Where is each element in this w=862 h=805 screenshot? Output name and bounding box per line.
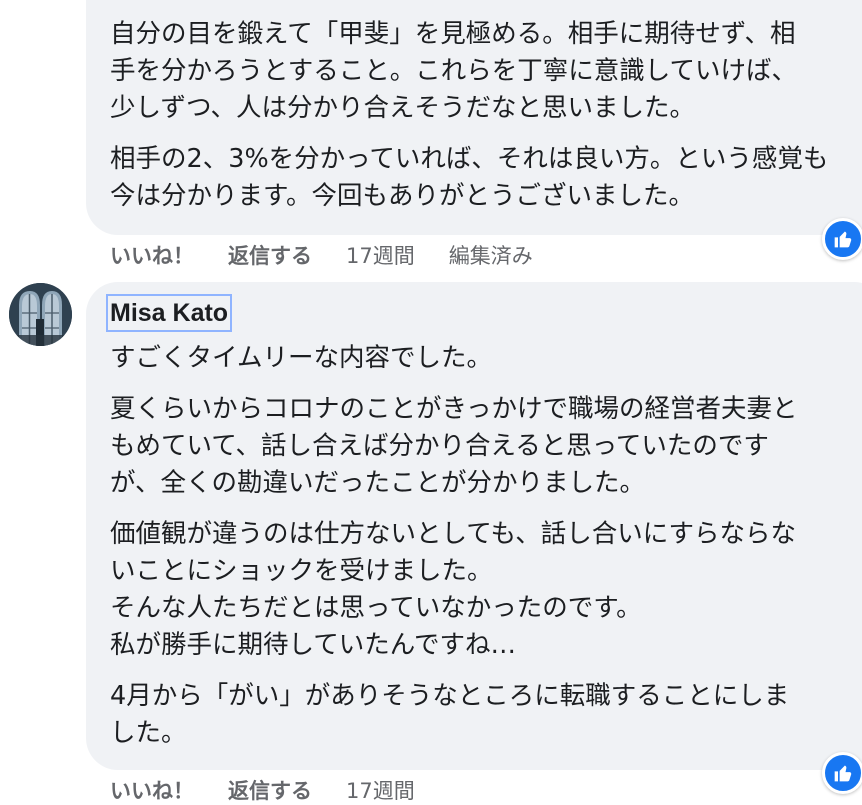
like-reaction-icon[interactable] — [822, 218, 862, 260]
comment-text-line: もめていて、話し合えば分かり合えると思っていたのです — [110, 431, 769, 461]
comment-text-line: すごくタイムリーな内容でした。 — [110, 343, 492, 373]
like-link[interactable]: いいね！ — [110, 775, 194, 805]
comment-paragraph: 自分の目を鍛えて「甲斐」を見極める。相手に期待せず、相 手を分かろうとすること。… — [110, 16, 862, 127]
comment-text-line: 今は分かります。今回もありがとうございました。 — [110, 181, 694, 211]
comment-bubble: Misa Kato すごくタイムリーな内容でした。 夏くらいからコロナのことがき… — [86, 282, 862, 770]
comment-text-line: 手を分かろうとすること。これらを丁寧に意識していけば、 — [110, 56, 797, 86]
thumbs-up-icon — [834, 231, 852, 248]
comment-text-line: 4月から「がい」がありそうなところに転職することにしま — [110, 681, 790, 711]
comment-actions: いいね！ 返信する 17週間 編集済み — [110, 240, 567, 270]
comment-text-line: いことにショックを受けました。 — [110, 556, 493, 586]
comment-text-line: した。 — [110, 718, 187, 748]
comment-text-line: 夏くらいからコロナのことがきっかけで職場の経営者夫妻と — [110, 394, 798, 424]
comment-paragraph: 価値観が違うのは仕方ないとしても、話し合いにすらならな いことにショックを受けま… — [110, 516, 862, 664]
comment-text-line: 少しずつ、人は分かり合えそうだなと思いました。 — [110, 93, 695, 123]
comment-paragraph: 4月から「がい」がありそうなところに転職することにしま した。 — [110, 678, 862, 752]
comment-paragraph: 夏くらいからコロナのことがきっかけで職場の経営者夫妻と もめていて、話し合えば分… — [110, 391, 862, 502]
comment-bubble: 自分の目を鍛えて「甲斐」を見極める。相手に期待せず、相 手を分かろうとすること。… — [86, 0, 862, 235]
thumbs-up-icon — [834, 765, 852, 782]
comment-actions: いいね！ 返信する 17週間 — [110, 775, 449, 805]
edited-label: 編集済み — [448, 244, 533, 268]
timestamp-link[interactable]: 17週間 — [346, 240, 415, 270]
reply-link[interactable]: 返信する — [228, 775, 312, 805]
comment-text-line: 相手の2、3%を分かっていれば、それは良い方。という感覚も — [110, 144, 829, 174]
timestamp-link[interactable]: 17週間 — [346, 775, 415, 805]
comment-text-line: 私が勝手に期待していたんですね… — [110, 630, 516, 660]
avatar[interactable] — [9, 283, 72, 346]
reply-link[interactable]: 返信する — [228, 240, 312, 270]
comment-paragraph: 相手の2、3%を分かっていれば、それは良い方。という感覚も 今は分かります。今回… — [110, 141, 862, 215]
comment-author-name[interactable]: Misa Kato — [106, 294, 233, 332]
comment-text-line: 価値観が違うのは仕方ないとしても、話し合いにすらならな — [110, 519, 796, 549]
like-reaction-icon[interactable] — [822, 752, 862, 794]
comment-paragraph: すごくタイムリーな内容でした。 — [110, 340, 862, 377]
comment-text-line: が、全くの勘違いだったことが分かりました。 — [110, 468, 645, 498]
stained-glass-avatar-icon — [9, 283, 72, 346]
comment-text-line: 自分の目を鍛えて「甲斐」を見極める。相手に期待せず、相 — [110, 19, 796, 49]
like-link[interactable]: いいね！ — [110, 240, 194, 270]
comment-text-line: そんな人たちだとは思っていなかったのです。 — [110, 593, 642, 623]
